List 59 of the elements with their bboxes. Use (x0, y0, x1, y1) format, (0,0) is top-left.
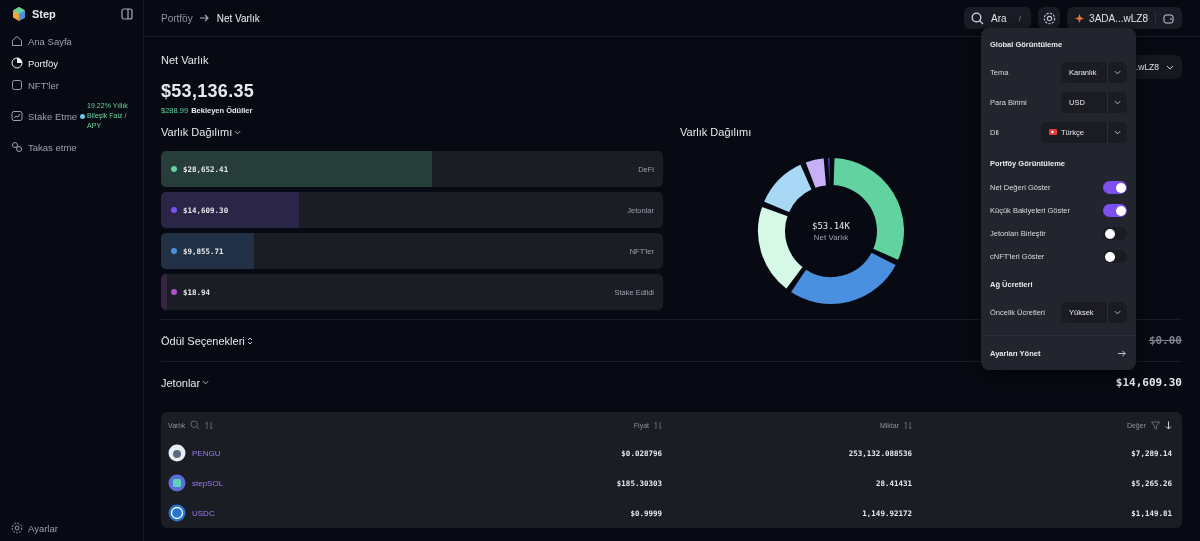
arrow-icon (199, 14, 210, 22)
page-title: Net Varlık (161, 54, 210, 66)
toggle-switch[interactable] (1103, 250, 1127, 263)
toggle-switch[interactable] (1103, 181, 1127, 194)
tokens-total: $14,609.30 (1115, 376, 1182, 389)
rewards-total: $0.00 (1148, 334, 1182, 347)
arrow-icon (1118, 349, 1127, 357)
chart-title: Varlık Dağılımı (680, 126, 752, 138)
sidebar-toggle-icon[interactable] (121, 8, 133, 20)
search-icon (971, 11, 985, 25)
brand-name: Step (32, 8, 56, 20)
token-icon (168, 444, 186, 462)
nav-icon (11, 110, 23, 122)
token-name[interactable]: stepSOL (192, 478, 224, 488)
search-button[interactable]: Ara / (964, 7, 1032, 29)
donut-center-value: $53.14K (812, 220, 850, 231)
token-name[interactable]: USDC (192, 508, 215, 518)
gear-icon (1042, 11, 1056, 25)
settings-button[interactable] (1038, 7, 1061, 29)
wallet-icon (1163, 12, 1174, 24)
toggle-switch[interactable] (1103, 227, 1127, 240)
net-worth-value: $53,136.35 (161, 81, 255, 102)
breadcrumb-current: Net Varlık (216, 12, 260, 24)
logo-icon (11, 6, 27, 22)
chevron-icon (202, 380, 210, 385)
tokens-toggle[interactable]: Jetonlar (161, 376, 210, 389)
flag-icon (1049, 129, 1057, 135)
chevron-icon (1166, 64, 1174, 70)
sidebar-item[interactable]: Ana Sayfa (11, 32, 133, 50)
donut-center-label: Net Varlık (813, 232, 849, 242)
wallet-button[interactable]: 3ADA...wLZ8 (1067, 7, 1182, 29)
sort-down-icon[interactable] (1165, 420, 1172, 430)
allocation-dropdown[interactable]: Varlık Dağılımı (161, 126, 242, 138)
settings-link[interactable]: Ayarlar (11, 519, 133, 537)
search-icon[interactable] (190, 420, 201, 430)
chevron-icon (1114, 99, 1121, 105)
sidebar-item[interactable]: NFT'ler (11, 76, 133, 94)
shortcut-key: / (1018, 13, 1022, 23)
nav-icon (11, 79, 23, 91)
toggle-switch[interactable] (1103, 204, 1127, 217)
chevron-icon (1114, 69, 1121, 75)
settings-icon (11, 522, 23, 534)
token-icon (168, 474, 186, 492)
nav-icon (11, 35, 23, 47)
sidebar-item[interactable]: Takas etme (11, 138, 133, 156)
filter-icon[interactable] (1151, 420, 1160, 430)
nav-icon (11, 57, 23, 69)
status-dot (80, 113, 86, 119)
chevron-icon (1114, 129, 1121, 135)
token-name[interactable]: PENGU (192, 448, 221, 458)
sort-icon (246, 336, 253, 345)
chevron-icon (234, 129, 242, 135)
breadcrumb-link[interactable]: Portföy (161, 12, 193, 24)
rewards-options-toggle[interactable]: Ödül Seçenekleri (161, 334, 253, 347)
nav-icon (11, 141, 23, 153)
sparkle-icon (1075, 13, 1085, 23)
sidebar-item[interactable]: Portföy (11, 54, 133, 72)
token-icon (168, 504, 186, 522)
chevron-icon (1114, 309, 1121, 315)
